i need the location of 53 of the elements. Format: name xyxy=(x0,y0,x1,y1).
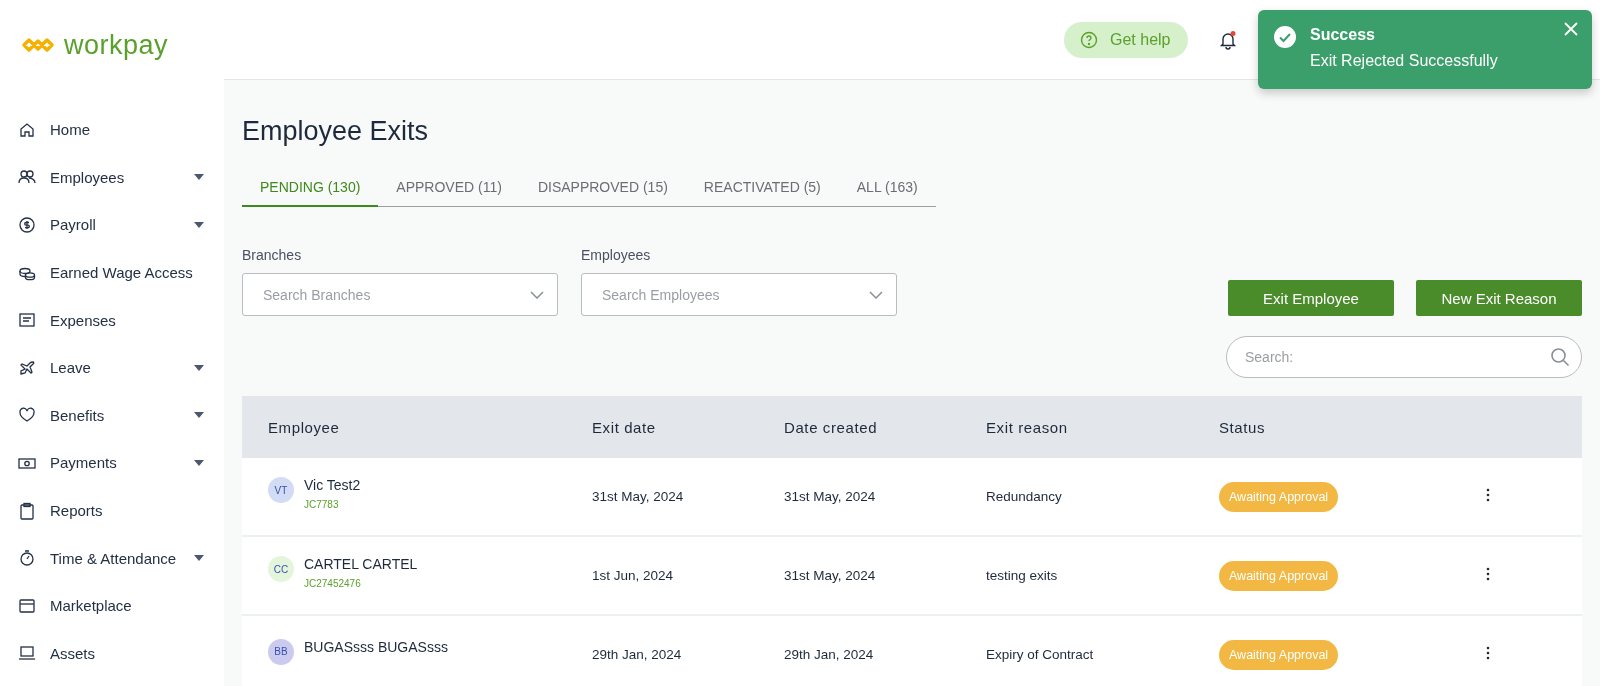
sidebar-item[interactable]: Earned Wage Access xyxy=(0,248,224,297)
sidebar-item[interactable]: Reports xyxy=(0,486,224,535)
column-header: Employee xyxy=(268,418,340,436)
sidebar-item[interactable]: Time & Attendance xyxy=(0,534,224,582)
avatar-initials: CC xyxy=(268,556,294,582)
table-cell: 29th Jan, 2024 xyxy=(784,647,874,662)
table-cell: 1st Jun, 2024 xyxy=(592,568,674,583)
employee-code: JC7783 xyxy=(304,499,340,510)
employee-name: Vic Test2 xyxy=(304,477,361,493)
sidebar-item[interactable]: Leave xyxy=(0,343,224,392)
tab[interactable]: ALL (163) xyxy=(838,167,936,207)
field-label: Branches xyxy=(242,247,303,263)
table-cell: 29th Jan, 2024 xyxy=(592,647,682,662)
column-header: Date created xyxy=(784,418,878,436)
status-badge: Awaiting Approval xyxy=(1219,639,1339,670)
column-header: Exit date xyxy=(592,418,656,436)
column-header: Exit reason xyxy=(986,418,1068,436)
dropdown-field[interactable]: Search Branches xyxy=(242,273,558,316)
status-badge: Awaiting Approval xyxy=(1219,481,1339,512)
table-cell: testing exits xyxy=(986,568,1058,583)
field-label: Employees xyxy=(581,247,652,263)
toast-message: Exit Rejected Successfully xyxy=(1310,52,1498,70)
employee-name: CARTEL CARTEL xyxy=(304,556,418,572)
table-cell: Expiry of Contract xyxy=(986,647,1094,662)
sidebar-item[interactable]: Expenses xyxy=(0,296,224,344)
page-title: Employee Exits xyxy=(242,116,430,147)
toast-title: Success xyxy=(1310,26,1376,44)
employee-name: BUGASsss BUGASsss xyxy=(304,638,448,655)
table-cell: Redundancy xyxy=(986,489,1062,504)
column-header: Status xyxy=(1219,418,1266,436)
avatar-initials: BB xyxy=(268,638,294,665)
sidebar-item[interactable]: Payments xyxy=(0,439,224,487)
tab[interactable]: APPROVED (11) xyxy=(378,167,520,207)
tab[interactable]: REACTIVATED (5) xyxy=(685,167,839,207)
sidebar-item[interactable]: Payroll xyxy=(0,201,224,249)
employee-code: JC27452476 xyxy=(304,578,362,589)
tab[interactable]: PENDING (130) xyxy=(242,167,379,207)
brand-name: workpay xyxy=(64,29,169,61)
sidebar-item[interactable]: Benefits xyxy=(0,391,224,440)
sidebar-item[interactable]: Employees xyxy=(0,153,224,202)
tab[interactable]: DISAPPROVED (15) xyxy=(519,167,686,207)
avatar-initials: VT xyxy=(268,477,294,503)
action-button[interactable]: Exit Employee xyxy=(1228,280,1394,316)
sidebar-item[interactable]: Marketplace xyxy=(0,581,224,630)
table-cell: 31st May, 2024 xyxy=(592,489,684,504)
status-badge: Awaiting Approval xyxy=(1219,560,1339,591)
sidebar-item[interactable]: Home xyxy=(0,106,224,154)
table-cell: 31st May, 2024 xyxy=(784,489,876,504)
sidebar-item[interactable]: Assets xyxy=(0,629,224,678)
action-button[interactable]: New Exit Reason xyxy=(1416,280,1582,316)
dropdown-field[interactable]: Search Employees xyxy=(581,273,897,316)
search-field[interactable]: Search: xyxy=(1226,336,1582,378)
table-cell: 31st May, 2024 xyxy=(784,568,876,583)
